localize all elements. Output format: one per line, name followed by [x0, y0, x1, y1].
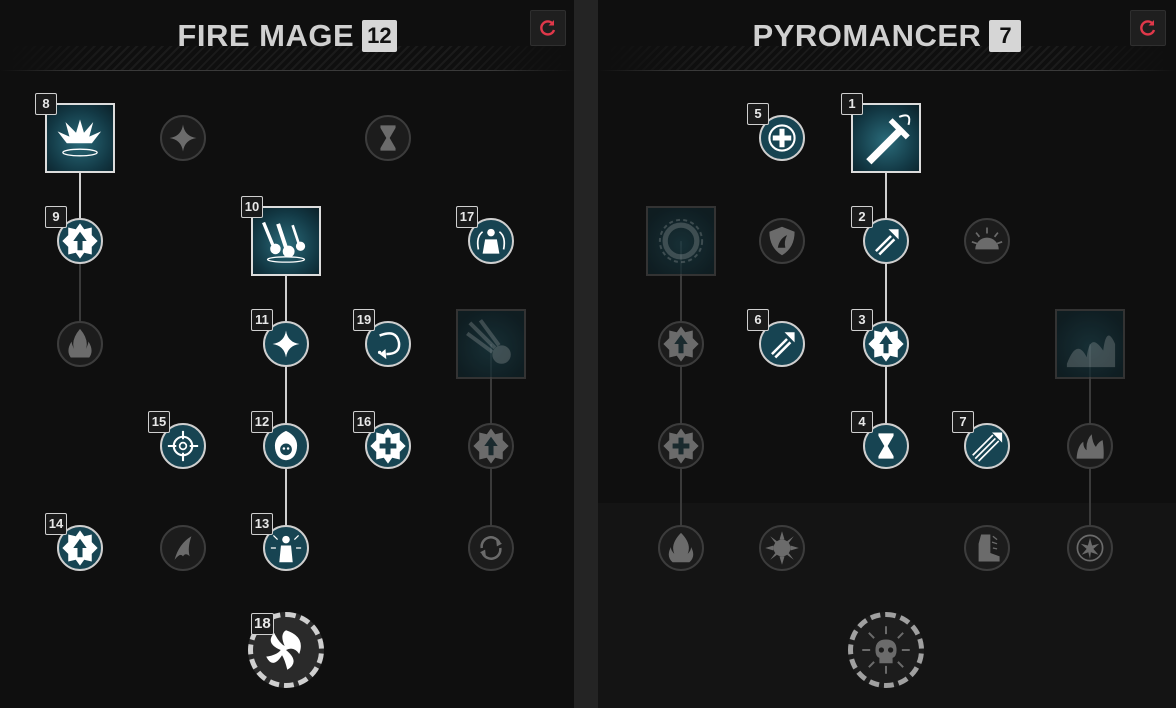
talent-node-fire-sword[interactable]: 1 — [841, 93, 921, 173]
reset-icon — [540, 20, 556, 36]
talent-node-fire[interactable] — [658, 525, 704, 571]
talent-node-sparkle[interactable]: 11 — [251, 309, 309, 367]
rank-badge: 17 — [456, 206, 478, 228]
skull-explosion-icon — [862, 626, 910, 674]
rank-badge: 14 — [45, 513, 67, 535]
talent-node-arrow-up-badge[interactable]: 14 — [45, 513, 103, 571]
talent-node-skull-explosion[interactable] — [848, 612, 924, 688]
talent-node-spiral-arrow[interactable]: 19 — [353, 309, 411, 367]
tree-title: FIRE MAGE — [177, 18, 355, 53]
talent-node-cycle-arrows[interactable] — [468, 525, 514, 571]
rank-badge: 13 — [251, 513, 273, 535]
talent-node-arrow-up-badge[interactable] — [658, 321, 704, 367]
talent-node-hourglass[interactable] — [365, 115, 411, 161]
arrow-up-badge-icon — [663, 326, 699, 362]
fire-burst-badge-icon — [1076, 534, 1104, 562]
rank-badge: 10 — [241, 196, 263, 218]
flames-icon — [1076, 434, 1104, 459]
talent-panel-pyromancer: PYROMANCER 7 5126347 — [598, 0, 1176, 708]
talent-node-fire-shield[interactable] — [759, 218, 805, 264]
panel-header: PYROMANCER 7 — [598, 0, 1176, 72]
rank-badge: 12 — [251, 411, 273, 433]
fire-burst-icon — [57, 119, 102, 157]
rank-badge: 1 — [841, 93, 863, 115]
tree-title: PYROMANCER — [752, 18, 982, 53]
rank-badge: 3 — [851, 309, 873, 331]
fire-icon — [668, 532, 694, 563]
talent-node-sunrise[interactable] — [964, 218, 1010, 264]
fire-sword-icon — [866, 114, 911, 165]
talent-node-health-cross[interactable]: 5 — [747, 103, 805, 161]
fire-ring-icon — [658, 218, 704, 264]
rank-badge: 2 — [851, 206, 873, 228]
health-cross-badge-icon — [663, 428, 699, 464]
talent-node-fire-vortex[interactable]: 18 — [248, 612, 324, 688]
fire-dash-icon — [174, 536, 192, 560]
talent-node-flaming-skull[interactable]: 12 — [251, 411, 309, 469]
cycle-arrows-icon — [480, 536, 502, 560]
talent-node-crosshair[interactable]: 15 — [148, 411, 206, 469]
sparkle-icon — [169, 124, 197, 152]
points-badge: 7 — [989, 20, 1022, 52]
rank-badge: 5 — [747, 103, 769, 125]
talent-node-health-cross-badge[interactable]: 16 — [353, 411, 411, 469]
talent-node-fire-burst-badge[interactable] — [1067, 525, 1113, 571]
talent-node-comet[interactable] — [456, 309, 526, 379]
talent-node-fire-boot[interactable] — [964, 525, 1010, 571]
fire-shield-icon — [769, 226, 795, 256]
rank-badge: 7 — [952, 411, 974, 433]
talent-node-health-cross-badge[interactable] — [658, 423, 704, 469]
reset-button[interactable] — [1130, 10, 1166, 46]
talent-node-arrow-boost[interactable]: 2 — [851, 206, 909, 264]
reset-icon — [1140, 20, 1156, 36]
talent-node-burning-figure[interactable]: 17 — [456, 206, 514, 264]
comet-icon — [466, 319, 511, 364]
sunrise-icon — [971, 227, 1003, 250]
fire-boot-icon — [978, 534, 1000, 562]
talent-node-triple-arrow[interactable]: 7 — [952, 411, 1010, 469]
arrow-up-badge-icon — [473, 428, 509, 464]
hourglass-icon — [380, 125, 396, 151]
talent-node-arrow-up-badge[interactable] — [468, 423, 514, 469]
points-badge: 12 — [362, 20, 397, 52]
fire-trail-icon — [1066, 335, 1116, 368]
flame-icon — [68, 328, 92, 358]
talent-panel-fire-mage: FIRE MAGE 12 8 9 10 17 11 19 15 12 16 14 13 18 — [0, 0, 574, 708]
talent-node-flame[interactable] — [57, 321, 103, 367]
rank-badge: 9 — [45, 206, 67, 228]
talent-node-arrow-boost[interactable]: 6 — [747, 309, 805, 367]
talent-node-sparkle[interactable] — [160, 115, 206, 161]
talent-node-fire-burst[interactable]: 8 — [35, 93, 115, 173]
talent-node-fire-dash[interactable] — [160, 525, 206, 571]
talent-node-radiant-figure[interactable]: 13 — [251, 513, 309, 571]
talent-node-spiked-orb[interactable] — [759, 525, 805, 571]
talent-node-fire-ring[interactable] — [646, 206, 716, 276]
rank-badge: 15 — [148, 411, 170, 433]
talent-node-flames[interactable] — [1067, 423, 1113, 469]
rank-badge: 11 — [251, 309, 273, 331]
rank-badge: 4 — [851, 411, 873, 433]
talent-node-arrow-up-badge[interactable]: 9 — [45, 206, 103, 264]
rank-badge: 6 — [747, 309, 769, 331]
talent-node-meteor-shower[interactable]: 10 — [241, 196, 321, 276]
rank-badge: 19 — [353, 309, 375, 331]
spiked-orb-icon — [765, 531, 799, 565]
rank-badge: 8 — [35, 93, 57, 115]
talent-node-fire-trail[interactable] — [1055, 309, 1125, 379]
panel-divider — [574, 0, 598, 708]
talent-node-hourglass[interactable]: 4 — [851, 411, 909, 469]
talent-node-arrow-up-badge[interactable]: 3 — [851, 309, 909, 367]
rank-badge: 18 — [251, 613, 274, 635]
panel-header: FIRE MAGE 12 — [0, 0, 574, 72]
rank-badge: 16 — [353, 411, 375, 433]
reset-button[interactable] — [530, 10, 566, 46]
meteor-shower-icon — [262, 221, 306, 263]
